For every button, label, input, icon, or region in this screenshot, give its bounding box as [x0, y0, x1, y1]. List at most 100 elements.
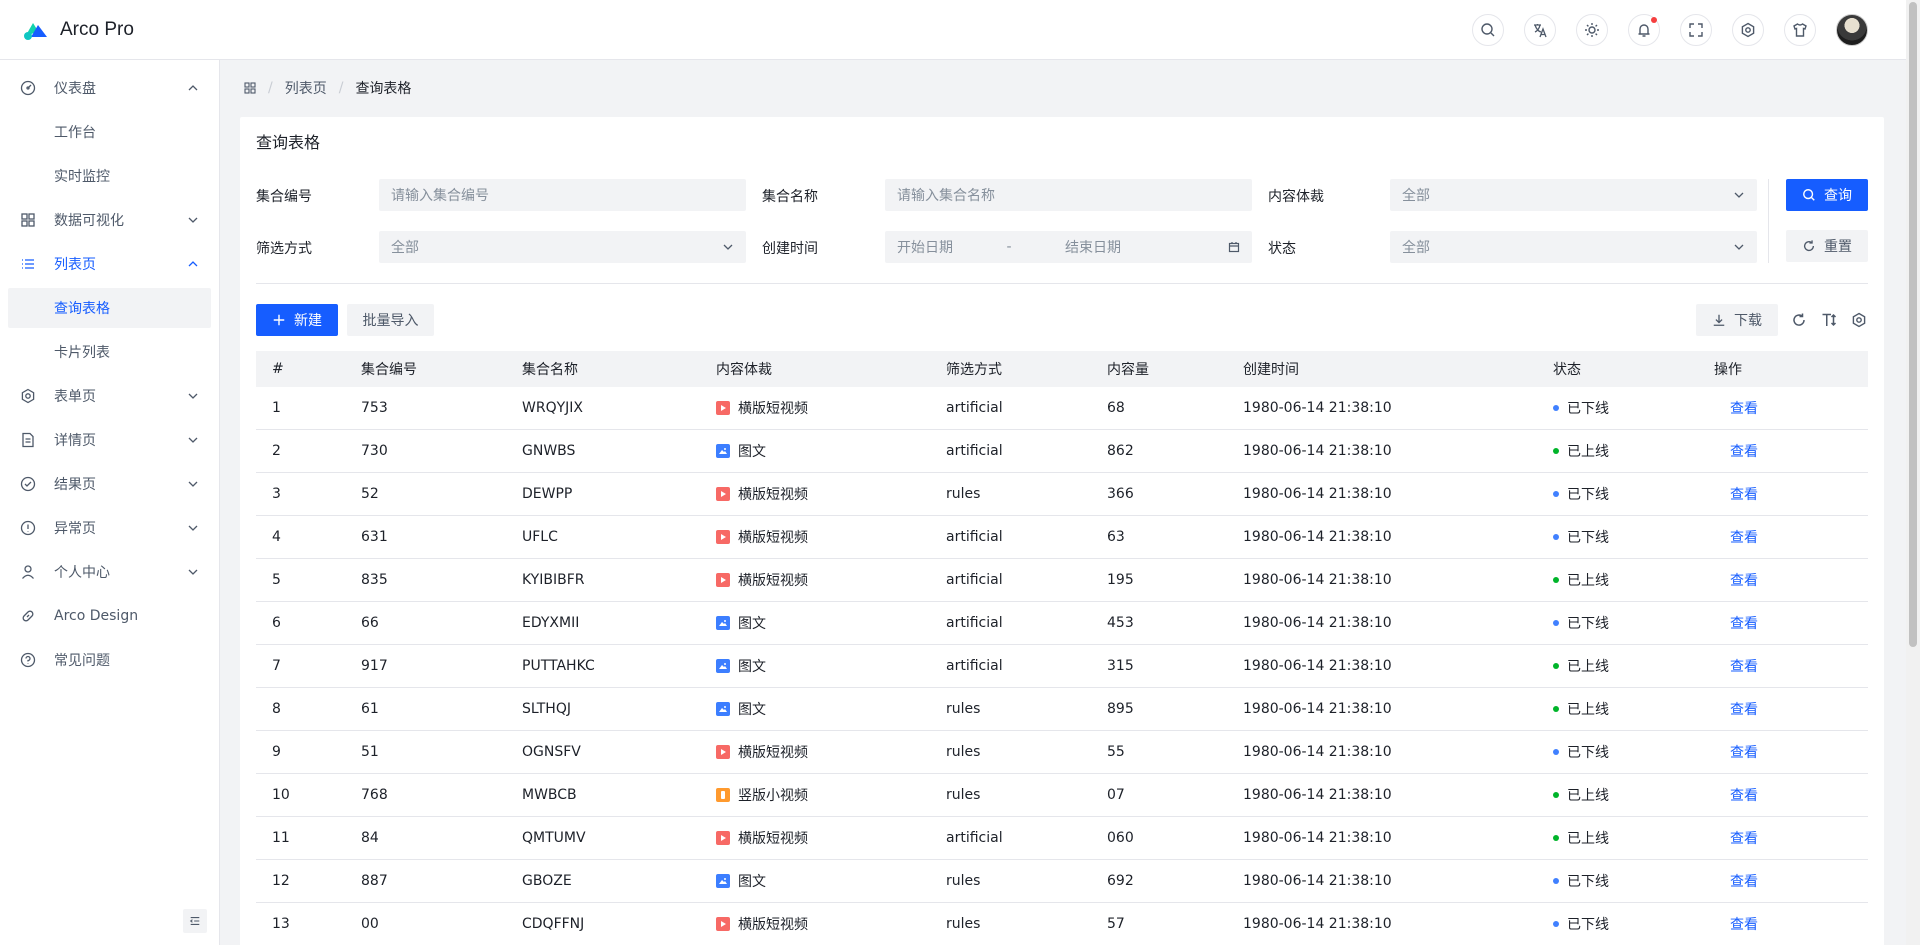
view-link[interactable]: 查看	[1714, 487, 1758, 503]
language-button[interactable]	[1524, 13, 1556, 46]
new-button[interactable]: 新建	[256, 304, 338, 336]
reset-button[interactable]: 重置	[1786, 230, 1868, 262]
column-header: 创建时间	[1243, 362, 1299, 378]
sidebar-item-list[interactable]: 列表页	[8, 244, 211, 284]
collection-id-cell: 66	[361, 615, 379, 631]
sidebar-item-faq[interactable]: 常见问题	[8, 640, 211, 680]
plus-icon	[273, 314, 285, 326]
created-time-label: 创建时间	[762, 241, 818, 257]
scrollbar-thumb[interactable]	[1909, 2, 1917, 647]
content-type-select[interactable]: 全部	[1390, 179, 1757, 211]
date-range-picker[interactable]: 开始日期 - 结束日期	[885, 231, 1252, 263]
filter-type-cell: rules	[946, 744, 981, 760]
settings-button[interactable]	[1732, 13, 1764, 46]
skin-button[interactable]	[1784, 13, 1816, 46]
view-link[interactable]: 查看	[1714, 745, 1758, 761]
download-button[interactable]: 下载	[1696, 304, 1778, 336]
chevron-down-icon	[1734, 244, 1744, 250]
page-scrollbar[interactable]	[1906, 0, 1920, 945]
breadcrumb-item[interactable]: 列表页	[285, 78, 327, 98]
sidebar-item-label: 表单页	[54, 389, 96, 405]
view-link[interactable]: 查看	[1714, 401, 1758, 417]
status-cell: 已下线	[1553, 871, 1714, 891]
filter-type-select[interactable]: 全部	[379, 231, 746, 263]
content-type-cell: 图文	[716, 441, 946, 461]
sidebar-item-monitor[interactable]: 实时监控	[8, 156, 211, 196]
sidebar-item-workplace[interactable]: 工作台	[8, 112, 211, 152]
search-button[interactable]	[1472, 13, 1504, 46]
content-type-value: 全部	[1402, 188, 1430, 204]
filter-type-label: 筛选方式	[256, 241, 312, 257]
status-dot	[1553, 405, 1559, 411]
view-link[interactable]: 查看	[1714, 831, 1758, 847]
collection-name-input[interactable]: 请输入集合名称	[885, 179, 1252, 211]
filter-type-cell: rules	[946, 787, 981, 803]
batch-import-button[interactable]: 批量导入	[347, 304, 434, 336]
action-cell: 查看	[1714, 613, 1868, 633]
sidebar-item-user-center[interactable]: 个人中心	[8, 552, 211, 592]
view-link[interactable]: 查看	[1714, 530, 1758, 546]
sidebar-item-label: 仪表盘	[54, 81, 96, 97]
view-link[interactable]: 查看	[1714, 659, 1758, 675]
chevron-down-icon	[1734, 192, 1744, 198]
sidebar-item-form[interactable]: 表单页	[8, 376, 211, 416]
file-icon	[22, 432, 34, 448]
apps-icon[interactable]	[244, 82, 256, 94]
collection-name-cell: OGNSFV	[522, 744, 581, 760]
view-link[interactable]: 查看	[1714, 788, 1758, 804]
collection-id-cell: 768	[361, 787, 388, 803]
content-type-cell: 横版短视频	[716, 828, 946, 848]
sidebar-item-exception[interactable]: 异常页	[8, 508, 211, 548]
status-select[interactable]: 全部	[1390, 231, 1757, 263]
refresh-table-button[interactable]	[1790, 311, 1808, 329]
sidebar-item-card-list[interactable]: 卡片列表	[8, 332, 211, 372]
theme-button[interactable]	[1576, 13, 1608, 46]
sidebar-item-label: 个人中心	[54, 565, 110, 581]
content-count-cell: 862	[1107, 443, 1134, 459]
column-settings-button[interactable]	[1850, 311, 1868, 329]
status-dot	[1553, 706, 1559, 712]
view-link[interactable]: 查看	[1714, 444, 1758, 460]
status-cell: 已下线	[1553, 613, 1714, 633]
logo[interactable]: Arco Pro	[0, 19, 134, 41]
content-type-text: 横版短视频	[738, 745, 808, 761]
sidebar-item-dashboard[interactable]: 仪表盘	[8, 68, 211, 108]
content-count-cell: 195	[1107, 572, 1134, 588]
view-link[interactable]: 查看	[1714, 917, 1758, 933]
column-header: 内容体裁	[716, 362, 772, 378]
view-link[interactable]: 查看	[1714, 702, 1758, 718]
content-type-label: 内容体裁	[1268, 189, 1324, 205]
collection-id-label: 集合编号	[256, 189, 312, 205]
collapse-sidebar-button[interactable]	[183, 909, 207, 933]
notification-button[interactable]	[1628, 13, 1660, 46]
collection-id-cell: 753	[361, 400, 388, 416]
sidebar-item-search-table[interactable]: 查询表格	[8, 288, 211, 328]
created-time-cell: 1980-06-14 21:38:10	[1243, 744, 1392, 760]
table-row: 7 917 PUTTAHKC 图文 artificial 315 1980-06-14 21…	[256, 645, 1868, 688]
check-circle-icon	[20, 476, 36, 492]
row-index: 7	[272, 658, 281, 674]
sidebar-item-result[interactable]: 结果页	[8, 464, 211, 504]
collection-id-input[interactable]: 请输入集合编号	[379, 179, 746, 211]
content-count-cell: 692	[1107, 873, 1134, 889]
batch-import-label: 批量导入	[362, 313, 419, 329]
sidebar-item-visualization[interactable]: 数据可视化	[8, 200, 211, 240]
view-link[interactable]: 查看	[1714, 573, 1758, 589]
action-cell: 查看	[1714, 742, 1868, 762]
sidebar-item-profile-page[interactable]: 详情页	[8, 420, 211, 460]
status-text: 已上线	[1567, 444, 1609, 460]
fullscreen-button[interactable]	[1680, 13, 1712, 46]
sidebar-item-label: 列表页	[54, 257, 96, 273]
sidebar: 仪表盘 工作台 实时监控 数据可视化 列表页 查询表格 卡片列表 表单页 详情页…	[0, 60, 220, 945]
filter-type-cell: rules	[946, 873, 981, 889]
action-cell: 查看	[1714, 527, 1868, 547]
user-avatar[interactable]	[1836, 13, 1868, 46]
video-type-icon	[716, 831, 730, 845]
settings-icon	[21, 388, 35, 404]
sidebar-item-arco-design[interactable]: Arco Design	[8, 596, 211, 636]
question-circle-icon	[20, 652, 36, 668]
density-button[interactable]	[1820, 311, 1838, 329]
view-link[interactable]: 查看	[1714, 874, 1758, 890]
view-link[interactable]: 查看	[1714, 616, 1758, 632]
search-button[interactable]: 查询	[1786, 179, 1868, 211]
